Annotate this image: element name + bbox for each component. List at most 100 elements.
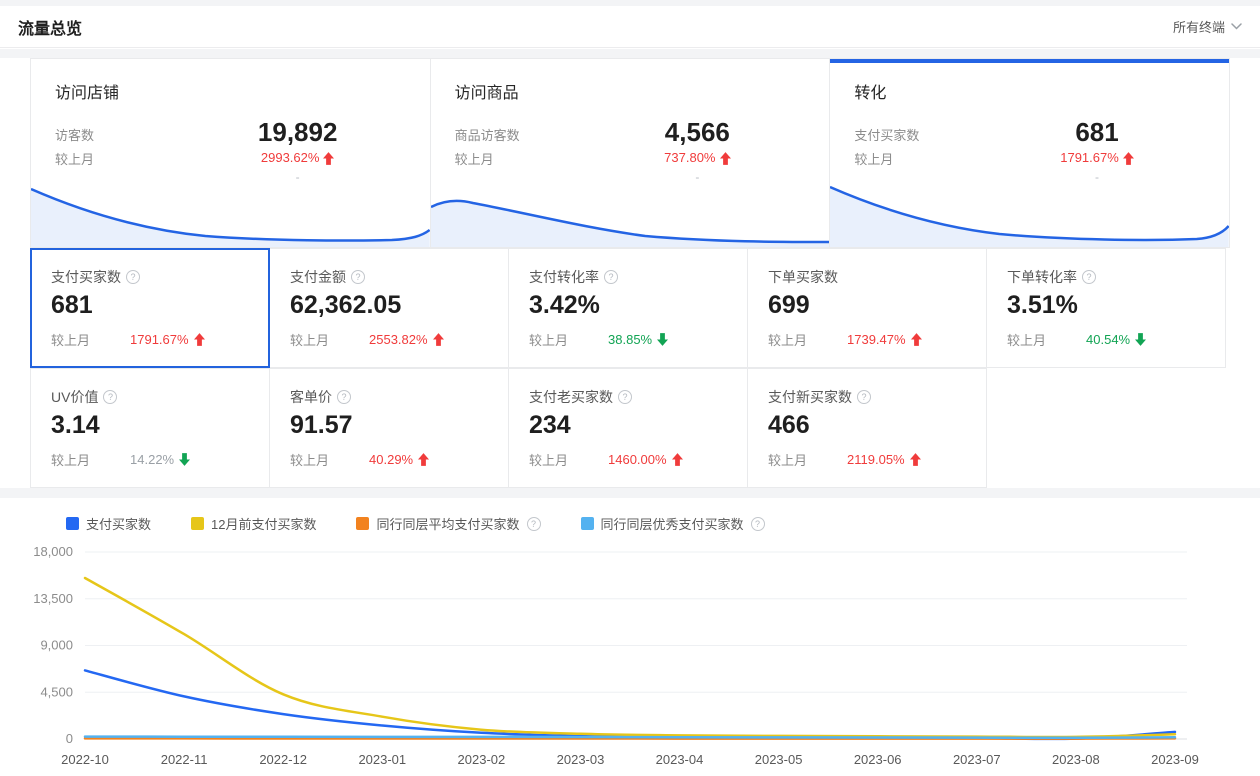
summary-card-title: 访问商品: [431, 59, 830, 103]
svg-text:2022-11: 2022-11: [161, 752, 208, 767]
metric-label: 支付转化率: [529, 267, 599, 287]
metric-label: 下单转化率: [1007, 267, 1077, 287]
percent-change: 1791.67%: [130, 332, 189, 347]
legend-item-pay-buyers[interactable]: 支付买家数: [66, 514, 151, 533]
help-icon[interactable]: ?: [103, 390, 117, 404]
svg-text:13,500: 13,500: [33, 591, 73, 606]
metric-value: 62,362.05: [290, 291, 488, 320]
section-gap: [0, 488, 1260, 498]
svg-text:9,000: 9,000: [40, 638, 73, 653]
trend-up-icon: [720, 152, 731, 165]
legend-item-peer-excellent[interactable]: 同行同层优秀支付买家数 ?: [581, 514, 765, 533]
trend-down-icon: [179, 453, 190, 466]
metric-value: 91.57: [290, 411, 488, 440]
metric-value: 466: [768, 411, 966, 440]
svg-text:2022-12: 2022-12: [259, 752, 307, 767]
metric-card-pay-buyers[interactable]: 支付买家数? 681 较上月 1791.67%: [30, 248, 270, 368]
metric-card-old-buyers[interactable]: 支付老买家数? 234 较上月 1460.00%: [508, 368, 748, 488]
metric-card-row-1: 支付买家数? 681 较上月 1791.67% 支付金额? 62,362.05 …: [30, 248, 1230, 368]
percent-change: 2553.82%: [369, 332, 428, 347]
summary-card-conversion[interactable]: 转化 支付买家数 较上月 681 1791.67% -: [829, 58, 1230, 248]
help-icon[interactable]: ?: [604, 270, 618, 284]
help-icon[interactable]: ?: [751, 517, 765, 531]
summary-card-row: 访问店铺 访客数 较上月 19,892 2993.62% - 访问商品: [30, 58, 1230, 248]
chart-legend: 支付买家数 12月前支付买家数 同行同层平均支付买家数 ? 同行同层优秀支付买家…: [30, 498, 1230, 533]
compare-label: 较上月: [529, 450, 568, 469]
percent-change: 1460.00%: [608, 452, 667, 467]
percent-change: 40.54%: [1086, 332, 1130, 347]
metric-label: 支付新买家数: [768, 387, 852, 407]
metric-value: 699: [768, 291, 966, 320]
percent-change: 40.29%: [369, 452, 413, 467]
summary-card-visit-product[interactable]: 访问商品 商品访客数 较上月 4,566 737.80% -: [430, 58, 831, 248]
metric-value: 681: [1017, 117, 1177, 147]
sparkline: [830, 177, 1229, 247]
svg-text:2023-06: 2023-06: [854, 752, 902, 767]
svg-text:2023-01: 2023-01: [358, 752, 406, 767]
trend-chart-panel: 支付买家数 12月前支付买家数 同行同层平均支付买家数 ? 同行同层优秀支付买家…: [30, 498, 1230, 776]
metric-label: 访客数: [55, 124, 94, 148]
help-icon[interactable]: ?: [337, 390, 351, 404]
legend-item-peer-average[interactable]: 同行同层平均支付买家数 ?: [356, 514, 540, 533]
help-icon[interactable]: ?: [351, 270, 365, 284]
svg-text:2023-07: 2023-07: [953, 752, 1001, 767]
help-icon[interactable]: ?: [527, 517, 541, 531]
section-gap: [0, 49, 1260, 58]
percent-change: 14.22%: [130, 452, 174, 467]
compare-label: 较上月: [1007, 330, 1046, 349]
metric-value: 3.42%: [529, 291, 727, 320]
compare-label: 较上月: [55, 148, 94, 172]
metric-card-pay-conversion[interactable]: 支付转化率? 3.42% 较上月 38.85%: [508, 248, 748, 368]
metric-label: UV价值: [51, 387, 98, 407]
help-icon[interactable]: ?: [1082, 270, 1096, 284]
svg-text:2023-02: 2023-02: [458, 752, 506, 767]
chevron-down-icon: [1231, 23, 1242, 30]
compare-label: 较上月: [529, 330, 568, 349]
metric-value: 4,566: [617, 117, 777, 147]
trend-up-icon: [1123, 152, 1134, 165]
percent-change: 2993.62%: [261, 147, 320, 169]
percent-change: 1791.67%: [1060, 147, 1119, 169]
trend-up-icon: [672, 453, 683, 466]
trend-down-icon: [1135, 333, 1146, 346]
legend-item-12mo-ago[interactable]: 12月前支付买家数: [191, 514, 316, 533]
terminal-selector[interactable]: 所有终端: [1173, 17, 1242, 36]
metric-card-order-buyers[interactable]: 下单买家数 699 较上月 1739.47%: [747, 248, 987, 368]
help-icon[interactable]: ?: [857, 390, 871, 404]
compare-label: 较上月: [854, 148, 919, 172]
metric-value: 3.51%: [1007, 291, 1205, 320]
compare-label: 较上月: [768, 330, 807, 349]
svg-text:4,500: 4,500: [40, 684, 73, 699]
trend-up-icon: [911, 333, 922, 346]
legend-label: 支付买家数: [86, 514, 151, 533]
metric-card-avg-order-value[interactable]: 客单价? 91.57 较上月 40.29%: [269, 368, 509, 488]
metric-card-new-buyers[interactable]: 支付新买家数? 466 较上月 2119.05%: [747, 368, 987, 488]
compare-label: 较上月: [290, 450, 329, 469]
svg-text:2023-05: 2023-05: [755, 752, 803, 767]
trend-up-icon: [418, 453, 429, 466]
metric-value: 681: [51, 291, 249, 320]
sparkline: [31, 177, 430, 247]
legend-swatch-yellow: [191, 517, 204, 530]
metric-label: 支付金额: [290, 267, 346, 287]
trend-up-icon: [323, 152, 334, 165]
page-title: 流量总览: [18, 15, 82, 39]
svg-text:2022-10: 2022-10: [61, 752, 109, 767]
metric-label: 下单买家数: [768, 267, 838, 287]
metric-label: 支付买家数: [51, 267, 121, 287]
help-icon[interactable]: ?: [126, 270, 140, 284]
metric-card-order-conversion[interactable]: 下单转化率? 3.51% 较上月 40.54%: [986, 248, 1226, 368]
legend-label: 同行同层优秀支付买家数: [601, 514, 744, 533]
compare-label: 较上月: [51, 330, 90, 349]
summary-card-visit-shop[interactable]: 访问店铺 访客数 较上月 19,892 2993.62% -: [30, 58, 431, 248]
metric-label: 支付老买家数: [529, 387, 613, 407]
terminal-selector-label: 所有终端: [1173, 17, 1225, 36]
help-icon[interactable]: ?: [618, 390, 632, 404]
svg-text:2023-03: 2023-03: [557, 752, 605, 767]
compare-label: 较上月: [51, 450, 90, 469]
svg-text:2023-08: 2023-08: [1052, 752, 1100, 767]
trend-up-icon: [194, 333, 205, 346]
legend-swatch-orange: [356, 517, 369, 530]
metric-card-pay-amount[interactable]: 支付金额? 62,362.05 较上月 2553.82%: [269, 248, 509, 368]
metric-card-uv-value[interactable]: UV价值? 3.14 较上月 14.22%: [30, 368, 270, 488]
